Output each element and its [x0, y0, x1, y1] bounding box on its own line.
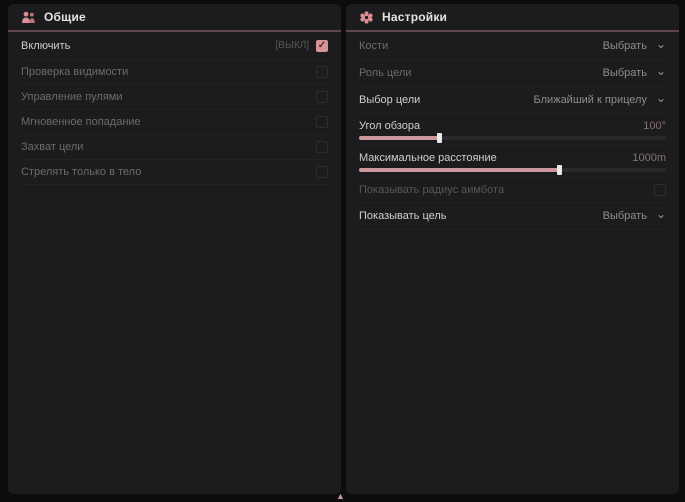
instant-hit-checkbox[interactable] — [316, 116, 328, 128]
show-target-dropdown[interactable]: Выбрать ⌄ — [603, 210, 666, 222]
chevron-down-icon: ⌄ — [656, 67, 666, 75]
bones-dropdown[interactable]: Выбрать ⌄ — [603, 40, 666, 52]
row-label: Управление пулями — [21, 91, 123, 103]
visibility-check-checkbox[interactable] — [316, 66, 328, 78]
fov-slider[interactable] — [359, 136, 666, 140]
dropdown-value: Выбрать — [603, 67, 647, 79]
max-distance-slider[interactable] — [359, 168, 666, 172]
row-label: Роль цели — [359, 67, 411, 79]
row-show-target: Показывать цель Выбрать ⌄ — [359, 203, 666, 230]
settings-panel: Настройки Кости Выбрать ⌄ Роль цели Выбр… — [346, 4, 679, 494]
general-panel-header: Общие — [8, 4, 341, 30]
row-enable: Включить [ВЫКЛ] ✓ — [21, 32, 328, 60]
row-instant-hit: Мгновенное попадание — [21, 110, 328, 135]
row-label: Кости — [359, 40, 388, 52]
body-only-checkbox[interactable] — [316, 166, 328, 178]
row-label: Угол обзора — [359, 120, 420, 132]
row-show-radius: Показывать радиус аимбота — [359, 178, 666, 203]
panel-title: Настройки — [382, 10, 447, 24]
slider-fill — [359, 168, 559, 172]
check-icon: ✓ — [318, 41, 326, 51]
row-label: Проверка видимости — [21, 66, 128, 78]
row-label: Максимальное расстояние — [359, 152, 497, 164]
dropdown-value: Выбрать — [603, 40, 647, 52]
slider-value: 100° — [643, 120, 666, 132]
row-label: Показывать цель — [359, 210, 447, 222]
row-label: Стрелять только в тело — [21, 166, 141, 178]
chevron-down-icon: ⌄ — [656, 94, 666, 102]
row-fov: Угол обзора 100° — [359, 114, 666, 146]
settings-panel-header: Настройки — [346, 4, 679, 30]
chevron-down-icon: ⌄ — [656, 210, 666, 218]
gear-icon — [359, 10, 374, 25]
target-select-dropdown[interactable]: Ближайший к прицелу ⌄ — [534, 94, 666, 106]
target-role-dropdown[interactable]: Выбрать ⌄ — [603, 67, 666, 79]
row-target-lock: Захват цели — [21, 135, 328, 160]
row-target-role: Роль цели Выбрать ⌄ — [359, 60, 666, 87]
row-target-select: Выбор цели Ближайший к прицелу ⌄ — [359, 87, 666, 114]
row-bullet-control: Управление пулями — [21, 85, 328, 110]
enable-checkbox[interactable]: ✓ — [316, 40, 328, 52]
row-body-only: Стрелять только в тело — [21, 160, 328, 185]
show-radius-checkbox[interactable] — [654, 184, 666, 196]
row-visibility-check: Проверка видимости — [21, 60, 328, 85]
row-label: Мгновенное попадание — [21, 116, 141, 128]
row-max-distance: Максимальное расстояние 1000m — [359, 146, 666, 178]
row-label: Показывать радиус аимбота — [359, 184, 504, 196]
dropdown-value: Ближайший к прицелу — [534, 94, 647, 106]
slider-thumb[interactable] — [437, 133, 442, 143]
row-label: Выбор цели — [359, 94, 420, 106]
state-text: [ВЫКЛ] — [276, 40, 309, 51]
row-label: Включить — [21, 40, 70, 52]
panel-title: Общие — [44, 10, 86, 24]
scroll-up-indicator[interactable]: ▲ — [336, 491, 345, 501]
slider-thumb[interactable] — [557, 165, 562, 175]
bullet-control-checkbox[interactable] — [316, 91, 328, 103]
row-label: Захват цели — [21, 141, 83, 153]
chevron-down-icon: ⌄ — [656, 40, 666, 48]
slider-fill — [359, 136, 439, 140]
people-icon — [21, 10, 36, 25]
dropdown-value: Выбрать — [603, 210, 647, 222]
general-panel: Общие Включить [ВЫКЛ] ✓ Проверка видимос… — [8, 4, 341, 494]
row-bones: Кости Выбрать ⌄ — [359, 32, 666, 60]
target-lock-checkbox[interactable] — [316, 141, 328, 153]
slider-value: 1000m — [632, 152, 666, 164]
